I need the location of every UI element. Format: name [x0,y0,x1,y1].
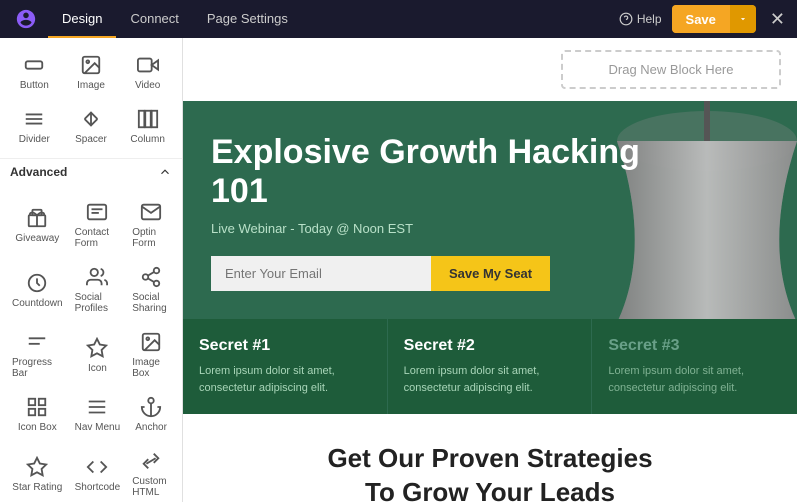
sidebar-item-image-box[interactable]: Image Box [128,323,174,384]
secret-3-text: Lorem ipsum dolor sit amet, consectetur … [608,363,781,396]
sidebar-item-contact-form[interactable]: Contact Form [71,193,125,254]
hero-email-input[interactable] [211,256,431,291]
sidebar-item-column[interactable]: Column [121,100,174,150]
sidebar-item-star-rating[interactable]: Star Rating [8,442,67,502]
logo [12,5,40,33]
hero-email-form: Save My Seat [211,256,671,291]
secret-2-text: Lorem ipsum dolor sit amet, consectetur … [404,363,576,396]
hero-content: Explosive Growth Hacking 101 Live Webina… [211,133,671,291]
hero-section: Explosive Growth Hacking 101 Live Webina… [183,101,797,319]
save-button[interactable]: Save [672,5,730,33]
sidebar-item-spacer[interactable]: Spacer [65,100,118,150]
canvas: Drag New Block Here [183,38,797,502]
sidebar-item-progress-bar[interactable]: Progress Bar [8,323,67,384]
sidebar-item-anchor[interactable]: Anchor [128,388,174,438]
canvas-inner: Drag New Block Here [183,38,797,502]
secret-3-title: Secret #3 [608,337,781,355]
sidebar-item-image[interactable]: Image [65,46,118,96]
help-button[interactable]: Help [619,12,662,26]
secret-2-title: Secret #2 [404,337,576,355]
hero-subtitle: Live Webinar - Today @ Noon EST [211,221,671,236]
main-layout: Button Image Video Divider Spacer Column [0,38,797,502]
sidebar-item-icon[interactable]: Icon [71,323,125,384]
sidebar-item-icon-box[interactable]: Icon Box [8,388,67,438]
sidebar-basic-grid: Button Image Video Divider Spacer Column [0,38,182,158]
sidebar-item-video[interactable]: Video [121,46,174,96]
secrets-section: Secret #1 Lorem ipsum dolor sit amet, co… [183,319,797,414]
sidebar-item-social-sharing[interactable]: Social Sharing [128,258,174,319]
help-label: Help [637,12,662,26]
close-button[interactable]: ✕ [770,9,785,30]
advanced-section-header[interactable]: Advanced [0,158,182,185]
secret-1-text: Lorem ipsum dolor sit amet, consectetur … [199,363,371,396]
sidebar: Button Image Video Divider Spacer Column [0,38,183,502]
nav-right-actions: Help Save ✕ [619,5,785,33]
drag-block-area: Drag New Block Here [183,38,797,101]
sidebar-item-social-profiles[interactable]: Social Profiles [71,258,125,319]
hero-title: Explosive Growth Hacking 101 [211,133,671,211]
sidebar-item-shortcode[interactable]: Shortcode [71,442,125,502]
sidebar-item-giveaway[interactable]: Giveaway [8,193,67,254]
secret-1-title: Secret #1 [199,337,371,355]
sidebar-item-nav-menu[interactable]: Nav Menu [71,388,125,438]
sidebar-item-countdown[interactable]: Countdown [8,258,67,319]
tab-design[interactable]: Design [48,0,116,38]
sidebar-item-custom-html[interactable]: Custom HTML [128,442,174,502]
tab-page-settings[interactable]: Page Settings [193,0,302,38]
tab-connect[interactable]: Connect [116,0,192,38]
drag-new-block-target[interactable]: Drag New Block Here [561,50,781,89]
sidebar-item-divider[interactable]: Divider [8,100,61,150]
save-button-group: Save [672,5,756,33]
bottom-cta-section: Get Our Proven Strategies To Grow Your L… [183,414,797,502]
cta-title: Get Our Proven Strategies To Grow Your L… [203,442,777,502]
secret-item-2: Secret #2 Lorem ipsum dolor sit amet, co… [388,319,593,414]
secret-item-3: Secret #3 Lorem ipsum dolor sit amet, co… [592,319,797,414]
sidebar-advanced-grid: Giveaway Contact Form Optin Form Countdo… [0,185,182,502]
save-dropdown-arrow[interactable] [730,5,756,33]
hero-submit-button[interactable]: Save My Seat [431,256,550,291]
sidebar-item-optin-form[interactable]: Optin Form [128,193,174,254]
sidebar-item-button[interactable]: Button [8,46,61,96]
secret-item-1: Secret #1 Lorem ipsum dolor sit amet, co… [183,319,388,414]
chevron-down-icon [158,165,172,179]
top-navigation: Design Connect Page Settings Help Save ✕ [0,0,797,38]
